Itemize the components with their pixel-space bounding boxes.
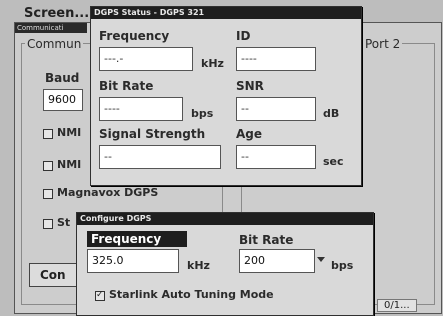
communication-titlebar: Communicati bbox=[15, 23, 87, 33]
bitrate-dropdown-arrow-icon[interactable] bbox=[317, 257, 325, 262]
starlink-check-icon: ✓ bbox=[96, 290, 104, 300]
st-checkbox[interactable] bbox=[43, 219, 53, 229]
status-snr-unit: dB bbox=[323, 107, 340, 120]
status-id-field: ---- bbox=[236, 47, 316, 71]
dgps-status-window: DGPS Status - DGPS 321 Frequency ---.- k… bbox=[90, 6, 362, 186]
config-bitrate-select[interactable]: 200 bbox=[239, 249, 315, 273]
baud-field[interactable]: 9600 bbox=[43, 89, 83, 111]
starlink-checkbox[interactable]: ✓ bbox=[95, 290, 105, 301]
status-bitrate-unit: bps bbox=[191, 107, 214, 120]
status-age-label: Age bbox=[236, 127, 263, 141]
status-bitrate-label: Bit Rate bbox=[99, 79, 154, 93]
configure-dgps-title: Configure DGPS bbox=[80, 214, 152, 223]
dgps-status-title: DGPS Status - DGPS 321 bbox=[94, 8, 205, 17]
status-frequency-field: ---.- bbox=[99, 47, 193, 71]
config-bitrate-value: 200 bbox=[244, 254, 265, 267]
status-id-label: ID bbox=[236, 29, 251, 43]
communication-group-label: Commun bbox=[25, 37, 84, 51]
status-frequency-label: Frequency bbox=[99, 29, 170, 43]
config-bitrate-unit: bps bbox=[331, 259, 354, 272]
nmea-label-1: NMI bbox=[57, 126, 82, 139]
starlink-label: Starlink Auto Tuning Mode bbox=[109, 288, 274, 301]
magnavox-checkbox[interactable] bbox=[43, 189, 53, 199]
status-signal-field: -- bbox=[99, 145, 221, 169]
config-bitrate-label: Bit Rate bbox=[239, 233, 294, 247]
status-frequency-unit: kHz bbox=[201, 57, 224, 70]
baud-label: Baud bbox=[45, 71, 80, 85]
nmea-label-2: NMI bbox=[57, 158, 82, 171]
status-snr-label: SNR bbox=[236, 79, 264, 93]
con-button[interactable]: Con bbox=[29, 263, 83, 287]
st-label: St bbox=[57, 216, 71, 229]
status-signal-label: Signal Strength bbox=[99, 127, 206, 141]
status-snr-field: -- bbox=[236, 97, 316, 121]
status-fragment: 0/1... bbox=[377, 299, 417, 312]
configure-dgps-window: Configure DGPS Frequency 325.0 kHz Bit R… bbox=[76, 212, 374, 316]
nmea-checkbox-1[interactable] bbox=[43, 129, 53, 139]
communication-title: Communicati bbox=[17, 24, 64, 32]
status-age-field: -- bbox=[236, 145, 316, 169]
config-frequency-unit: kHz bbox=[187, 259, 210, 272]
config-frequency-label: Frequency bbox=[87, 231, 187, 247]
configure-dgps-titlebar: Configure DGPS bbox=[77, 213, 373, 225]
port2-label: Port 2 bbox=[363, 37, 403, 51]
background-title: Screen... bbox=[24, 6, 90, 21]
status-age-unit: sec bbox=[323, 155, 344, 168]
magnavox-label: Magnavox DGPS bbox=[57, 186, 159, 199]
config-frequency-field[interactable]: 325.0 bbox=[87, 249, 179, 273]
status-bitrate-field: ---- bbox=[99, 97, 183, 121]
nmea-checkbox-2[interactable] bbox=[43, 161, 53, 171]
dgps-status-titlebar: DGPS Status - DGPS 321 bbox=[91, 7, 361, 19]
